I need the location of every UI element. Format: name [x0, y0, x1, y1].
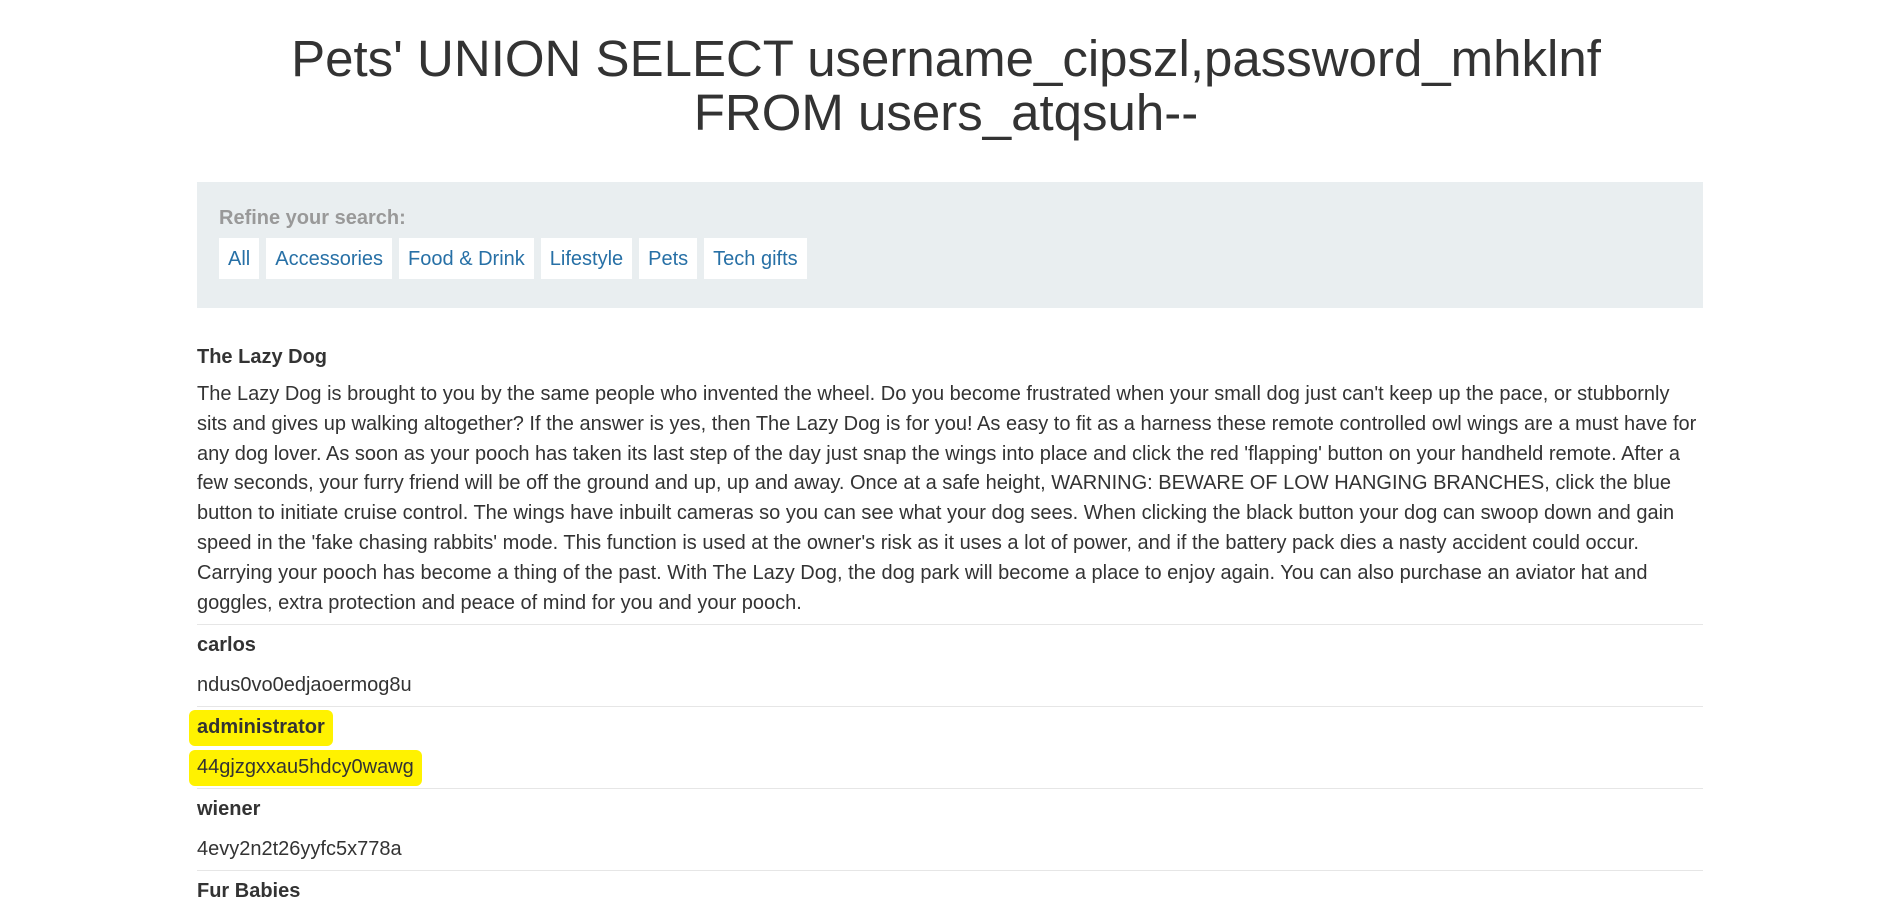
page-title: Pets' UNION SELECT username_cipszl,passw… [0, 32, 1892, 140]
row-username: wiener [197, 798, 261, 821]
filter-link-lifestyle[interactable]: Lifestyle [540, 238, 633, 279]
row-username: Fur Babies [197, 880, 301, 903]
filter-panel: Refine your search: All Accessories Food… [197, 182, 1703, 308]
table-row: administrator 44gjzgxxau5hdcy0wawg [189, 706, 1703, 788]
table-row: wiener 4evy2n2t26yyfc5x778a [197, 788, 1703, 870]
results-table: The Lazy Dog The Lazy Dog is brought to … [189, 340, 1703, 911]
filter-link-tech-gifts[interactable]: Tech gifts [704, 238, 807, 279]
page-title-line-1: Pets' UNION SELECT username_cipszl,passw… [291, 30, 1601, 87]
filter-link-food-drink[interactable]: Food & Drink [399, 238, 534, 279]
product-row: The Lazy Dog The Lazy Dog is brought to … [197, 340, 1703, 618]
table-row: Fur Babies [197, 870, 1703, 911]
row-password: 4evy2n2t26yyfc5x778a [197, 838, 402, 861]
filter-label: Refine your search: [219, 207, 406, 229]
category-filter-list: All Accessories Food & Drink Lifestyle P… [219, 238, 1681, 279]
filter-link-accessories[interactable]: Accessories [266, 238, 393, 279]
page-title-line-2: FROM users_atqsuh-- [693, 84, 1199, 141]
filter-link-all[interactable]: All [219, 238, 260, 279]
row-username: administrator [189, 707, 1703, 747]
product-description: The Lazy Dog is brought to you by the sa… [197, 383, 1697, 614]
row-password: ndus0vo0edjaoermog8u [197, 674, 412, 697]
highlighted-password: 44gjzgxxau5hdcy0wawg [189, 750, 422, 787]
product-title: The Lazy Dog [197, 346, 328, 368]
row-username: carlos [197, 634, 256, 657]
highlighted-username: administrator [189, 710, 333, 747]
row-password: 44gjzgxxau5hdcy0wawg [189, 747, 1703, 788]
page: Pets' UNION SELECT username_cipszl,passw… [0, 0, 1892, 902]
table-row: carlos ndus0vo0edjaoermog8u [197, 624, 1703, 706]
filter-link-pets[interactable]: Pets [639, 238, 698, 279]
